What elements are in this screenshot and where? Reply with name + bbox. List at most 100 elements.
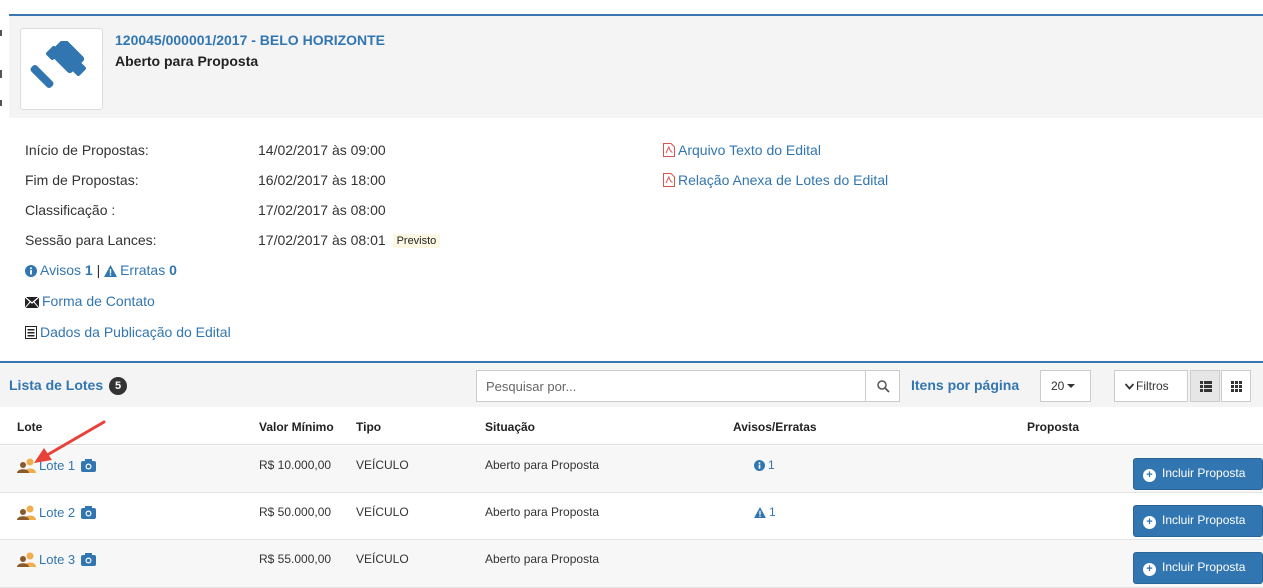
- col-tipo[interactable]: Tipo: [356, 420, 381, 434]
- previsto-badge: Previsto: [392, 234, 441, 248]
- separator: |: [96, 262, 101, 278]
- search-button[interactable]: [865, 370, 900, 402]
- inicio-label: Início de Propostas:: [25, 142, 149, 158]
- per-page-select[interactable]: 20: [1040, 370, 1091, 402]
- erratas-label: Erratas: [120, 262, 166, 278]
- window-edge-marks: [0, 70, 2, 78]
- search-input[interactable]: [476, 370, 866, 402]
- table-row: Lote 3 R$ 55.000,00 VEÍCULO Aberto para …: [0, 540, 1263, 588]
- lote-cell: Lote 3: [17, 552, 96, 567]
- inicio-value: 14/02/2017 às 09:00: [258, 142, 386, 158]
- edital-title: 120045/000001/2017 - BELO HORIZONTE: [115, 32, 386, 48]
- lista-lotes-title: Lista de Lotes 5: [9, 377, 128, 395]
- sessao-row: 17/02/2017 às 08:01 Previsto: [258, 232, 441, 248]
- avisos-link[interactable]: Avisos 1: [25, 262, 97, 278]
- list-alt-icon: [25, 326, 37, 339]
- users-icon: [17, 552, 36, 567]
- edital-header: 120045/000001/2017 - BELO HORIZONTE Aber…: [9, 14, 1263, 118]
- pdf-file-icon: [663, 173, 675, 187]
- warning-icon: [104, 265, 118, 277]
- avisos-label: Avisos: [40, 262, 81, 278]
- tipo-cell: VEÍCULO: [356, 505, 409, 519]
- pdf-file-icon: [663, 143, 675, 157]
- aviso-count: 1: [768, 458, 775, 472]
- fim-label: Fim de Propostas:: [25, 172, 139, 188]
- list-view-icon: [1200, 381, 1212, 392]
- incluir-proposta-label: Incluir Proposta: [1162, 513, 1246, 527]
- lotes-toolbar: Lista de Lotes 5 Itens por página 20 Fil…: [0, 361, 1263, 407]
- col-situacao[interactable]: Situação: [485, 420, 535, 434]
- lotes-table-header: Lote Valor Mínimo Tipo Situação Avisos/E…: [0, 407, 1263, 445]
- relacao-lotes-row: Relação Anexa de Lotes do Edital: [663, 172, 888, 188]
- edital-logo: [20, 28, 103, 110]
- arquivo-edital-row: Arquivo Texto do Edital: [663, 142, 821, 158]
- col-avisos-erratas[interactable]: Avisos/Erratas: [733, 420, 817, 434]
- lotes-count-badge: 5: [109, 377, 128, 395]
- filtros-button[interactable]: Filtros: [1114, 370, 1188, 402]
- incluir-proposta-label: Incluir Proposta: [1162, 560, 1246, 574]
- warning-icon: [754, 507, 766, 518]
- itens-por-pagina-label: Itens por página: [911, 377, 1020, 393]
- arquivo-edital-link[interactable]: Arquivo Texto do Edital: [678, 142, 821, 158]
- sessao-label: Sessão para Lances:: [25, 232, 157, 248]
- lote-cell: Lote 2: [17, 505, 96, 520]
- window-edge-marks: [0, 30, 2, 36]
- per-page-value: 20: [1051, 379, 1065, 393]
- situacao-cell: Aberto para Proposta: [485, 552, 600, 566]
- annotation-arrow-icon: [34, 420, 106, 463]
- aviso-cell[interactable]: 1: [754, 458, 775, 472]
- edital-details: Início de Propostas: 14/02/2017 às 09:00…: [0, 118, 1263, 358]
- filtros-label: Filtros: [1136, 379, 1169, 393]
- users-icon: [17, 505, 36, 520]
- aviso-count: 1: [769, 505, 776, 519]
- info-icon: [25, 265, 37, 277]
- plus-circle-icon: +: [1143, 516, 1156, 529]
- avisos-count: 1: [84, 262, 93, 278]
- list-view-button[interactable]: [1190, 370, 1220, 402]
- situacao-cell: Aberto para Proposta: [485, 505, 600, 519]
- incluir-proposta-button[interactable]: + Incluir Proposta: [1133, 552, 1263, 584]
- lista-lotes-label: Lista de Lotes: [9, 377, 104, 393]
- relacao-lotes-link[interactable]: Relação Anexa de Lotes do Edital: [678, 172, 888, 188]
- plus-circle-icon: +: [1143, 563, 1156, 576]
- tipo-cell: VEÍCULO: [356, 458, 409, 472]
- gavel-icon: [30, 41, 86, 88]
- lote-link[interactable]: Lote 2: [39, 505, 75, 520]
- avisos-erratas-row: Avisos 1 | Erratas 0: [25, 262, 177, 278]
- caret-down-icon: [1067, 384, 1076, 388]
- valor-cell: R$ 50.000,00: [259, 505, 332, 519]
- fim-value: 16/02/2017 às 18:00: [258, 172, 386, 188]
- publicacao-row: Dados da Publicação do Edital: [25, 324, 231, 340]
- erratas-count: 0: [169, 262, 177, 278]
- valor-cell: R$ 10.000,00: [259, 458, 332, 472]
- chevron-down-icon: [1124, 383, 1135, 390]
- aviso-cell[interactable]: 1: [754, 505, 776, 519]
- grid-view-button[interactable]: [1221, 370, 1251, 402]
- publicacao-link[interactable]: Dados da Publicação do Edital: [40, 324, 231, 340]
- situacao-cell: Aberto para Proposta: [485, 458, 600, 472]
- col-valor-minimo[interactable]: Valor Mínimo: [259, 420, 334, 434]
- grid-view-icon: [1231, 381, 1242, 392]
- search-icon: [877, 380, 890, 393]
- table-row: Lote 1 R$ 10.000,00 VEÍCULO Aberto para …: [0, 446, 1263, 493]
- contato-row: Forma de Contato: [25, 293, 155, 309]
- forma-contato-link[interactable]: Forma de Contato: [42, 293, 155, 309]
- edital-status: Aberto para Proposta: [115, 53, 259, 69]
- lote-link[interactable]: Lote 3: [39, 552, 75, 567]
- incluir-proposta-button[interactable]: + Incluir Proposta: [1133, 505, 1263, 537]
- table-row: Lote 2 R$ 50.000,00 VEÍCULO Aberto para …: [0, 493, 1263, 540]
- sessao-value: 17/02/2017 às 08:01: [258, 232, 386, 248]
- tipo-cell: VEÍCULO: [356, 552, 409, 566]
- camera-icon[interactable]: [80, 506, 96, 519]
- camera-icon[interactable]: [80, 553, 96, 566]
- classificacao-value: 17/02/2017 às 08:00: [258, 202, 386, 218]
- col-proposta[interactable]: Proposta: [1027, 420, 1079, 434]
- info-icon: [754, 460, 765, 471]
- erratas-link[interactable]: Erratas 0: [104, 262, 177, 278]
- valor-cell: R$ 55.000,00: [259, 552, 332, 566]
- envelope-icon: [25, 297, 39, 308]
- incluir-proposta-button[interactable]: + Incluir Proposta: [1133, 458, 1263, 490]
- plus-circle-icon: +: [1143, 469, 1156, 482]
- incluir-proposta-label: Incluir Proposta: [1162, 466, 1246, 480]
- window-edge-marks: [0, 100, 2, 106]
